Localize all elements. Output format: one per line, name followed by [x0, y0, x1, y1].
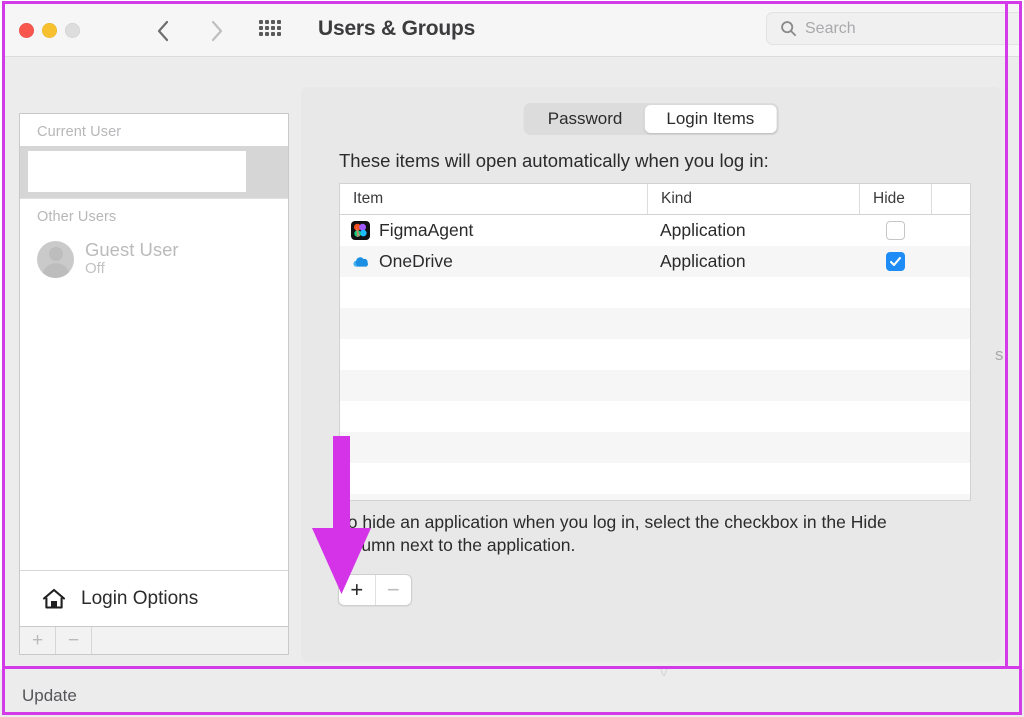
home-icon: [42, 588, 66, 609]
row-hide-cell: [859, 221, 931, 240]
window-body: Current User Other Users Guest User Off: [5, 57, 1019, 666]
zoom-button: [65, 23, 80, 38]
window-titlebar: Users & Groups Search: [5, 4, 1019, 57]
table-row-empty[interactable]: [340, 370, 970, 401]
search-icon: [781, 21, 797, 37]
table-row-empty[interactable]: [340, 463, 970, 494]
column-header-item[interactable]: Item: [340, 184, 647, 214]
column-header-kind[interactable]: Kind: [647, 184, 859, 214]
users-sidebar: Current User Other Users Guest User Off: [19, 113, 289, 627]
page-title: Users & Groups: [318, 17, 476, 40]
minimize-button[interactable]: [42, 23, 57, 38]
table-row-empty[interactable]: [340, 277, 970, 308]
sidebar-add-user-button[interactable]: +: [20, 627, 56, 654]
forward-button[interactable]: [201, 14, 233, 48]
chevron-right-icon: [211, 20, 223, 42]
tab-bar: Password Login Items: [523, 103, 779, 135]
background-ghost-text: y: [660, 664, 668, 676]
table-header-row: Item Kind Hide: [340, 184, 970, 215]
add-login-item-button[interactable]: +: [339, 575, 375, 605]
system-preferences-window: Users & Groups Search Current User Other…: [5, 4, 1019, 666]
column-header-hide[interactable]: Hide: [859, 184, 931, 214]
row-item-cell: FigmaAgent: [340, 220, 647, 241]
search-placeholder: Search: [805, 19, 856, 37]
table-row[interactable]: OneDrive Application: [340, 246, 970, 277]
guest-user-name: Guest User: [85, 238, 179, 260]
guest-user-status: Off: [85, 259, 105, 277]
content-panel: Password Login Items These items will op…: [301, 87, 1001, 662]
tab-password[interactable]: Password: [526, 105, 645, 133]
table-row[interactable]: FigmaAgent Application: [340, 215, 970, 246]
hide-checkbox-figmaagent[interactable]: [885, 221, 905, 240]
sidebar-item-current-user[interactable]: [20, 146, 288, 198]
intro-text: These items will open automatically when…: [339, 150, 769, 171]
bottom-strip: [0, 669, 1024, 717]
redacted-username-overlay: [28, 151, 246, 192]
checkmark-icon: [889, 256, 901, 267]
row-item-label: FigmaAgent: [379, 220, 474, 240]
table-row-empty[interactable]: [340, 494, 970, 500]
update-label: Update: [22, 686, 77, 705]
guest-user-text: Guest User Off: [85, 238, 179, 279]
onedrive-cloud-icon: [351, 252, 370, 271]
figma-app-icon: [351, 221, 370, 240]
login-items-table: Item Kind Hide FigmaAgent Application On…: [339, 183, 971, 501]
traffic-light-group: [19, 23, 80, 38]
row-item-label: OneDrive: [379, 251, 453, 271]
chevron-left-icon: [157, 20, 169, 42]
hide-column-footnote: To hide an application when you log in, …: [339, 512, 887, 556]
show-all-grid-icon[interactable]: [255, 18, 285, 44]
login-items-add-remove-group: + −: [338, 574, 412, 606]
other-users-group-label: Other Users: [37, 209, 117, 225]
table-row-empty[interactable]: [340, 401, 970, 432]
clipped-edge-text: s: [995, 345, 1004, 364]
current-user-group-label: Current User: [37, 124, 122, 140]
sidebar-remove-user-button[interactable]: −: [56, 627, 92, 654]
hide-checkbox-onedrive[interactable]: [885, 252, 905, 271]
tab-login-items[interactable]: Login Items: [644, 105, 777, 133]
row-kind-cell: Application: [660, 220, 746, 240]
back-button[interactable]: [147, 14, 179, 48]
sidebar-item-guest-user[interactable]: Guest User Off: [20, 231, 288, 283]
sidebar-toolbar: + −: [19, 627, 289, 655]
row-item-cell: OneDrive: [340, 251, 647, 272]
screenshot-root: Users & Groups Search Current User Other…: [0, 0, 1024, 717]
search-input[interactable]: Search: [766, 12, 1019, 45]
login-options-label: Login Options: [81, 587, 199, 609]
table-row-empty[interactable]: [340, 308, 970, 339]
guest-avatar-icon: [37, 240, 74, 278]
table-row-empty[interactable]: [340, 432, 970, 463]
sidebar-item-login-options[interactable]: Login Options: [20, 570, 288, 626]
table-row-empty[interactable]: [340, 339, 970, 370]
row-kind-cell: Application: [660, 251, 746, 271]
close-button[interactable]: [19, 23, 34, 38]
column-header-spacer: [931, 184, 970, 214]
remove-login-item-button[interactable]: −: [374, 575, 412, 605]
row-hide-cell: [859, 252, 931, 271]
